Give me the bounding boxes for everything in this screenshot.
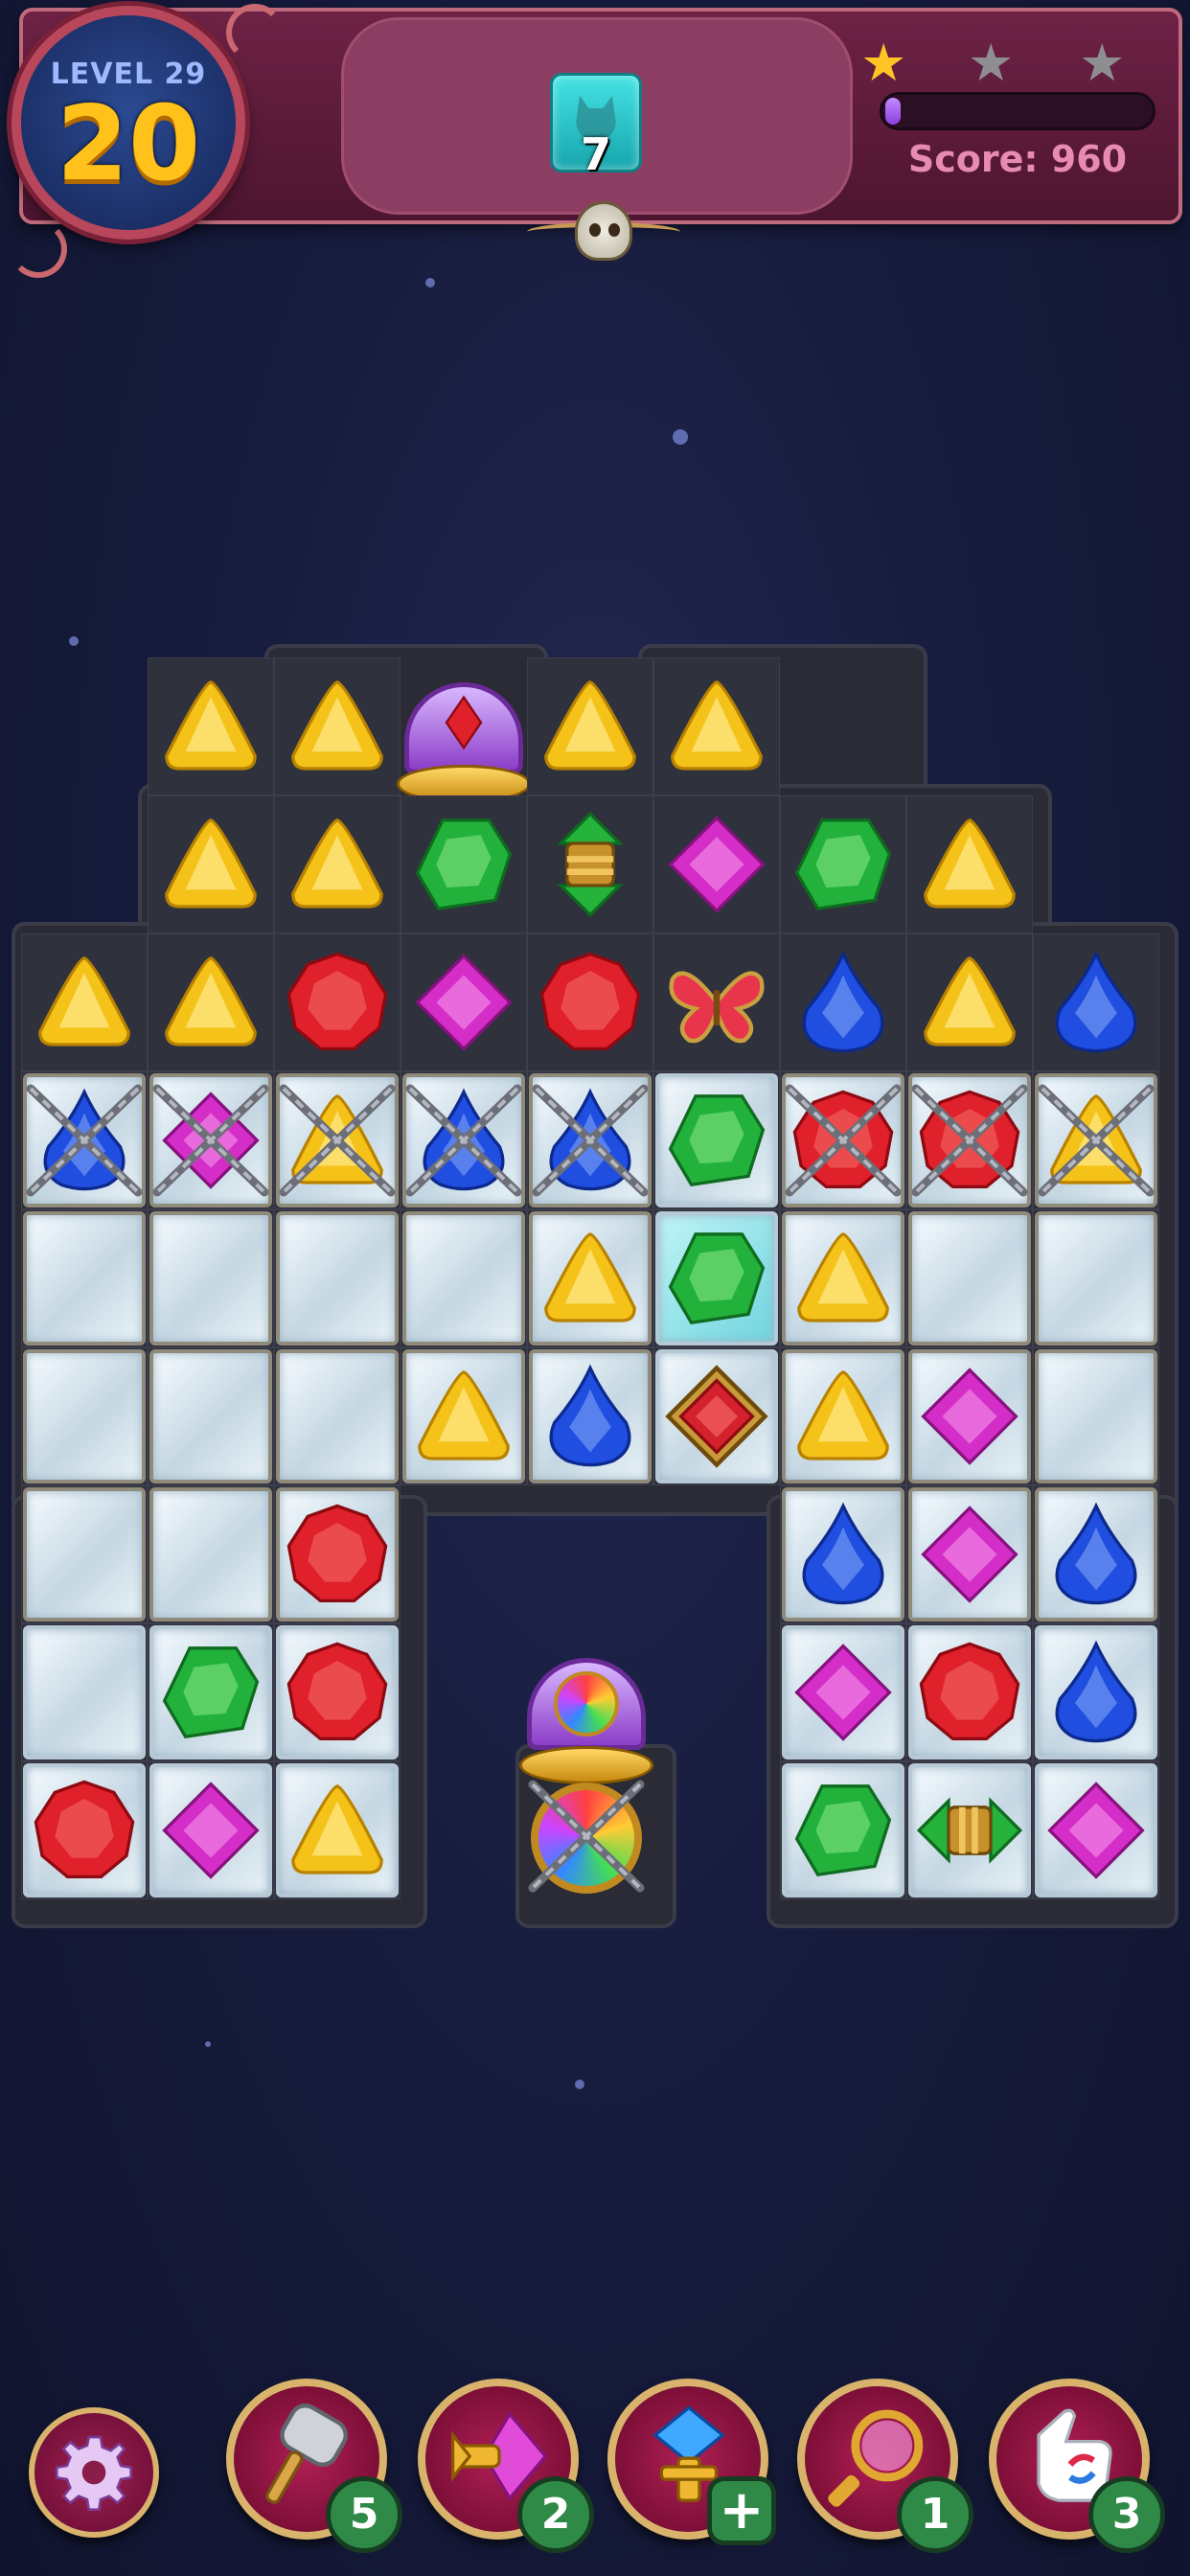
swap-hand-count-badge: 3 xyxy=(1088,2476,1165,2553)
yellow-gem[interactable] xyxy=(780,1347,906,1485)
frosted-ice-tile xyxy=(908,1211,1031,1346)
star-icon-empty: ★ xyxy=(1079,33,1126,93)
frosted-ice-tile xyxy=(23,1211,146,1346)
purple-gem[interactable] xyxy=(1033,1761,1159,1899)
yellow-gem[interactable] xyxy=(1033,1071,1159,1209)
settings-button[interactable] xyxy=(29,2407,159,2538)
frosted-ice-tile xyxy=(1035,1349,1157,1484)
yellow-gem[interactable] xyxy=(21,933,148,1071)
yellow-gem[interactable] xyxy=(148,933,274,1071)
yellow-gem[interactable] xyxy=(148,795,274,933)
background-star xyxy=(673,429,688,445)
frosted-ice-tile xyxy=(276,1349,399,1484)
frosted-ice-tile xyxy=(276,1211,399,1346)
yellow-gem[interactable] xyxy=(906,795,1033,933)
hammer-count-badge: 5 xyxy=(326,2476,402,2553)
butterfly-piece[interactable] xyxy=(653,933,780,1071)
yellow-gem[interactable] xyxy=(274,1071,400,1209)
red-gem[interactable] xyxy=(906,1623,1033,1761)
green-gem[interactable] xyxy=(148,1623,274,1761)
score-progress-fill xyxy=(885,98,901,125)
blue-gem[interactable] xyxy=(400,1071,527,1209)
yellow-gem[interactable] xyxy=(274,795,400,933)
green-gem[interactable] xyxy=(653,1209,780,1347)
ice-tile xyxy=(23,1625,146,1760)
green-gem[interactable] xyxy=(400,795,527,933)
yellow-gem[interactable] xyxy=(527,1209,653,1347)
purple-gem[interactable] xyxy=(653,795,780,933)
blue-gem[interactable] xyxy=(780,1485,906,1623)
yellow-gem[interactable] xyxy=(274,657,400,795)
red-gem[interactable] xyxy=(21,1761,148,1899)
yellow-gem[interactable] xyxy=(653,657,780,795)
pin-gem-count-badge: + xyxy=(707,2476,776,2545)
rainbow-orb xyxy=(554,1671,619,1736)
purple-gem[interactable] xyxy=(148,1071,274,1209)
blue-gem[interactable] xyxy=(1033,933,1159,1071)
spinner-piece[interactable] xyxy=(906,1761,1033,1899)
red-gem[interactable] xyxy=(274,1485,400,1623)
purple-gem[interactable] xyxy=(780,1623,906,1761)
blue-gem[interactable] xyxy=(780,933,906,1071)
frosted-ice-tile xyxy=(149,1211,272,1346)
star-icon-empty: ★ xyxy=(968,33,1015,93)
purple-gem[interactable] xyxy=(906,1485,1033,1623)
yellow-gem[interactable] xyxy=(906,933,1033,1071)
gear-icon xyxy=(55,2435,133,2512)
frosted-ice-tile xyxy=(149,1349,272,1484)
background-star xyxy=(575,2080,584,2089)
purple-gem[interactable] xyxy=(148,1761,274,1899)
blue-gem[interactable] xyxy=(527,1347,653,1485)
skull-icon xyxy=(575,201,632,261)
blue-gem[interactable] xyxy=(1033,1623,1159,1761)
ornament-swirl xyxy=(226,4,284,61)
yellow-gem[interactable] xyxy=(400,1347,527,1485)
red-gem[interactable] xyxy=(906,1071,1033,1209)
moves-counter: 20 xyxy=(56,84,201,204)
magnifier-count-badge: 1 xyxy=(897,2476,973,2553)
green-gem[interactable] xyxy=(653,1071,780,1209)
background-star xyxy=(205,2041,211,2047)
purple-gem[interactable] xyxy=(906,1347,1033,1485)
green-gem[interactable] xyxy=(780,795,906,933)
frosted-ice-tile xyxy=(1035,1211,1157,1346)
rainbow-orb-chained[interactable] xyxy=(531,1782,642,1894)
star-icon-earned: ★ xyxy=(860,33,907,93)
ornament-swirl xyxy=(10,220,67,278)
goal-count: 7 xyxy=(580,128,611,180)
gold-bow xyxy=(519,1746,653,1784)
frosted-ice-tile xyxy=(402,1211,525,1346)
blue-gem[interactable] xyxy=(21,1071,148,1209)
green-gem[interactable] xyxy=(780,1761,906,1899)
red-framed-gem[interactable] xyxy=(653,1347,780,1485)
frosted-ice-tile xyxy=(149,1487,272,1622)
red-gem[interactable] xyxy=(527,933,653,1071)
background-star xyxy=(69,636,79,646)
red-gem[interactable] xyxy=(274,1623,400,1761)
yellow-gem[interactable] xyxy=(780,1209,906,1347)
red-gem[interactable] xyxy=(274,933,400,1071)
moves-badge: LEVEL 29 20 xyxy=(11,6,245,240)
red-gem[interactable] xyxy=(780,1071,906,1209)
background-star xyxy=(425,278,435,288)
frosted-ice-tile xyxy=(23,1349,146,1484)
yellow-gem[interactable] xyxy=(527,657,653,795)
score-label: Score: 960 xyxy=(907,138,1128,180)
frosted-ice-tile xyxy=(23,1487,146,1622)
yellow-gem[interactable] xyxy=(274,1761,400,1899)
blue-gem[interactable] xyxy=(1033,1485,1159,1623)
purple-gem[interactable] xyxy=(400,933,527,1071)
score-progress-bar xyxy=(880,92,1156,130)
arrow-gem-count-badge: 2 xyxy=(517,2476,594,2553)
spinner-piece[interactable] xyxy=(527,795,653,933)
yellow-gem[interactable] xyxy=(148,657,274,795)
blue-gem[interactable] xyxy=(527,1071,653,1209)
